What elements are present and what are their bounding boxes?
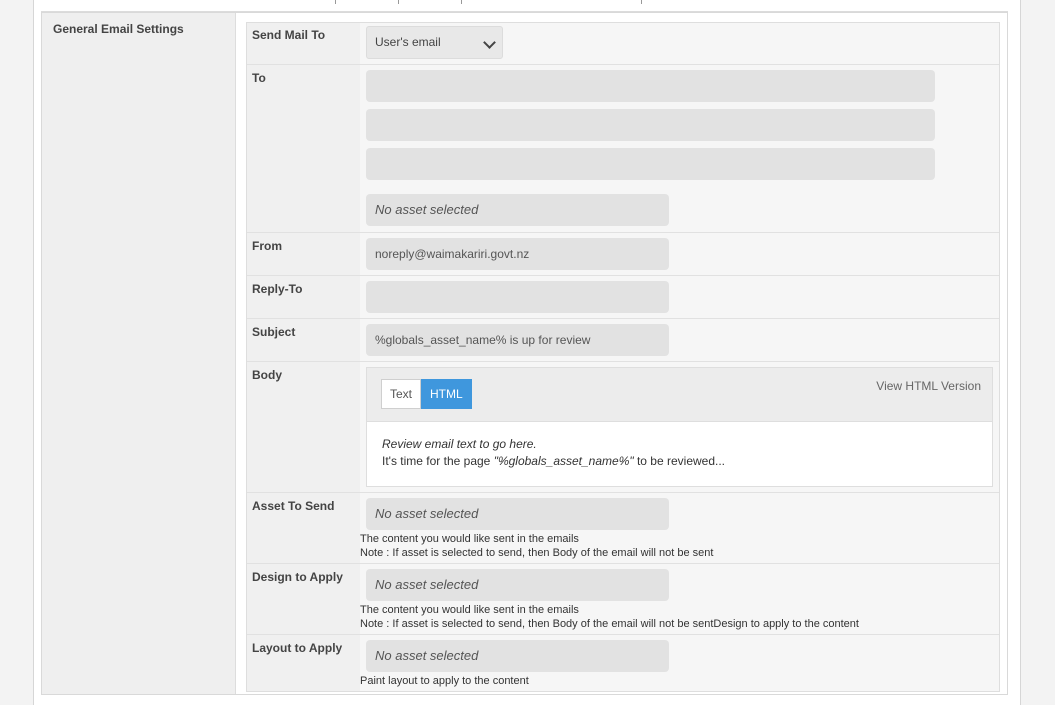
to-email-field-2[interactable] — [366, 109, 935, 141]
design-to-apply-picker[interactable]: No asset selected — [366, 569, 669, 601]
layout-to-apply-note: Paint layout to apply to the content — [360, 675, 529, 687]
row-from: From noreply@waimakariri.govt.nz — [247, 232, 999, 275]
settings-form: Send Mail To User's email To No asset se… — [246, 22, 1000, 692]
layout-to-apply-picker[interactable]: No asset selected — [366, 640, 669, 672]
row-label: To — [247, 65, 360, 232]
subject-input[interactable]: %globals_asset_name% is up for review — [366, 324, 669, 356]
row-label: From — [247, 233, 360, 275]
row-subject: Subject %globals_asset_name% is up for r… — [247, 318, 999, 361]
body-line-2: It's time for the page "%globals_asset_n… — [382, 453, 992, 470]
select-value: User's email — [375, 35, 441, 49]
row-reply-to: Reply-To — [247, 275, 999, 318]
body-text: It's time for the page — [382, 454, 494, 468]
row-label: Design to Apply — [247, 564, 360, 634]
section-label-cell: General Email Settings — [42, 13, 236, 694]
design-to-apply-note-1: The content you would like sent in the e… — [360, 604, 579, 616]
design-to-apply-note-2: Note : If asset is selected to send, the… — [360, 618, 859, 630]
row-design-to-apply: Design to Apply No asset selected The co… — [247, 563, 999, 634]
row-send-mail-to: Send Mail To User's email — [247, 23, 999, 64]
row-label: Layout to Apply — [247, 635, 360, 691]
asset-to-send-note-1: The content you would like sent in the e… — [360, 533, 579, 545]
body-line-1: Review email text to go here. — [382, 437, 537, 451]
email-settings-table: General Email Settings Send Mail To User… — [41, 12, 1008, 695]
reply-to-input[interactable] — [366, 281, 669, 313]
body-text-end: to be reviewed... — [633, 454, 726, 468]
row-label: Asset To Send — [247, 493, 360, 563]
row-asset-to-send: Asset To Send No asset selected The cont… — [247, 492, 999, 563]
send-mail-to-select[interactable]: User's email — [366, 26, 503, 59]
row-label: Send Mail To — [247, 23, 360, 64]
editor-toolbar: Text HTML View HTML Version — [367, 368, 992, 422]
body-editor: Text HTML View HTML Version Review email… — [366, 367, 993, 487]
chevron-down-icon — [483, 36, 496, 49]
row-to: To No asset selected — [247, 64, 999, 232]
section-title: General Email Settings — [53, 22, 184, 36]
to-email-field-3[interactable] — [366, 148, 935, 180]
tab-html[interactable]: HTML — [421, 379, 472, 409]
previous-row-border — [41, 0, 1008, 12]
asset-to-send-note-2: Note : If asset is selected to send, the… — [360, 547, 714, 559]
row-label: Subject — [247, 319, 360, 361]
to-email-field-1[interactable] — [366, 70, 935, 102]
row-label: Reply-To — [247, 276, 360, 318]
tab-text[interactable]: Text — [381, 379, 422, 409]
body-variable: "%globals_asset_name%" — [493, 454, 634, 468]
row-layout-to-apply: Layout to Apply No asset selected Paint … — [247, 634, 999, 691]
row-label: Body — [247, 362, 360, 492]
asset-to-send-picker[interactable]: No asset selected — [366, 498, 669, 530]
to-asset-picker[interactable]: No asset selected — [366, 194, 669, 226]
editor-mode-tabs: Text HTML — [381, 379, 472, 409]
row-body: Body Text HTML View HTML Version Review … — [247, 361, 999, 492]
view-html-version-link[interactable]: View HTML Version — [876, 379, 981, 393]
editor-content[interactable]: Review email text to go here. It's time … — [367, 422, 992, 486]
from-input[interactable]: noreply@waimakariri.govt.nz — [366, 238, 669, 270]
